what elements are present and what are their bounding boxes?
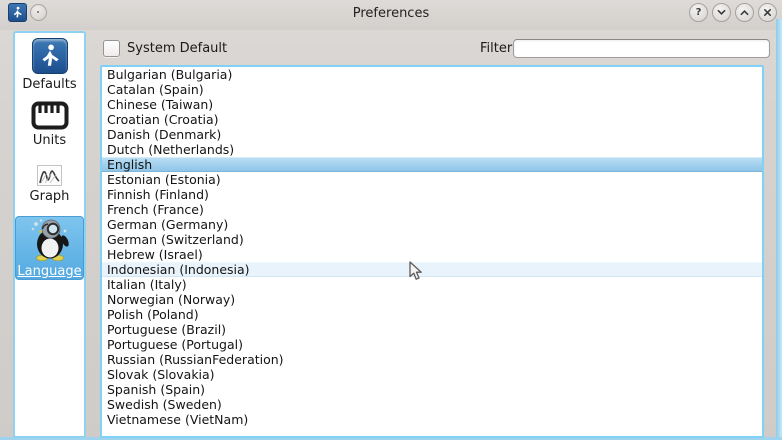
list-item[interactable]: German (Germany): [102, 217, 762, 232]
sidebar-item-units[interactable]: Units: [16, 101, 83, 157]
sidebar-item-label: Graph: [30, 189, 70, 204]
list-item[interactable]: Swedish (Sweden): [102, 397, 762, 412]
system-default-label: System Default: [127, 41, 227, 56]
filter-input[interactable]: [513, 39, 770, 58]
list-item[interactable]: Spanish (Spain): [102, 382, 762, 397]
help-glyph: ?: [696, 8, 702, 18]
chevron-up-icon: [740, 8, 749, 17]
sidebar-item-defaults[interactable]: Defaults: [16, 38, 83, 96]
list-item[interactable]: Hebrew (Israel): [102, 247, 762, 262]
list-item[interactable]: Danish (Denmark): [102, 127, 762, 142]
language-list: Bulgarian (Bulgaria)Catalan (Spain)Chine…: [100, 65, 764, 438]
close-icon: [763, 8, 772, 17]
list-item[interactable]: Italian (Italy): [102, 277, 762, 292]
preferences-window: Preferences ?: [0, 0, 782, 440]
list-item[interactable]: Finnish (Finland): [102, 187, 762, 202]
penguin-icon: [28, 217, 72, 261]
ruler-icon: [31, 101, 69, 130]
list-item[interactable]: English: [102, 157, 762, 172]
list-item[interactable]: Croatian (Croatia): [102, 112, 762, 127]
shade-button[interactable]: [712, 3, 731, 22]
window-title: Preferences: [0, 6, 782, 21]
list-item[interactable]: Bulgarian (Bulgaria): [102, 67, 762, 82]
list-item[interactable]: Slovak (Slovakia): [102, 367, 762, 382]
chevron-down-icon: [717, 8, 726, 17]
close-button[interactable]: [758, 3, 777, 22]
filter-label: Filter: [480, 41, 512, 56]
system-default-checkbox[interactable]: [103, 40, 120, 57]
list-item[interactable]: Estonian (Estonia): [102, 172, 762, 187]
list-item[interactable]: Norwegian (Norway): [102, 292, 762, 307]
graph-icon: [37, 165, 62, 186]
list-item[interactable]: Russian (RussianFederation): [102, 352, 762, 367]
titlebar: Preferences ?: [0, 0, 782, 30]
help-button[interactable]: ?: [689, 3, 708, 22]
list-item[interactable]: German (Switzerland): [102, 232, 762, 247]
sidebar-item-label: Language: [17, 264, 81, 279]
maximize-button[interactable]: [735, 3, 754, 22]
list-item[interactable]: Vietnamese (VietNam): [102, 412, 762, 427]
list-item[interactable]: Polish (Poland): [102, 307, 762, 322]
sidebar-item-graph[interactable]: Graph: [16, 165, 83, 213]
list-item[interactable]: Catalan (Spain): [102, 82, 762, 97]
sidebar-item-language[interactable]: Language: [15, 216, 84, 280]
sidebar-item-label: Units: [33, 133, 66, 148]
list-item[interactable]: Indonesian (Indonesia): [102, 262, 762, 277]
list-item[interactable]: Dutch (Netherlands): [102, 142, 762, 157]
list-item[interactable]: Portuguese (Brazil): [102, 322, 762, 337]
list-item[interactable]: Portuguese (Portugal): [102, 337, 762, 352]
window-edge-glow-right: [776, 19, 782, 440]
category-sidebar: Defaults Units Graph: [13, 31, 86, 438]
hiker-icon: [32, 38, 68, 74]
list-item[interactable]: Chinese (Taiwan): [102, 97, 762, 112]
sidebar-item-label: Defaults: [22, 77, 76, 92]
list-item[interactable]: French (France): [102, 202, 762, 217]
